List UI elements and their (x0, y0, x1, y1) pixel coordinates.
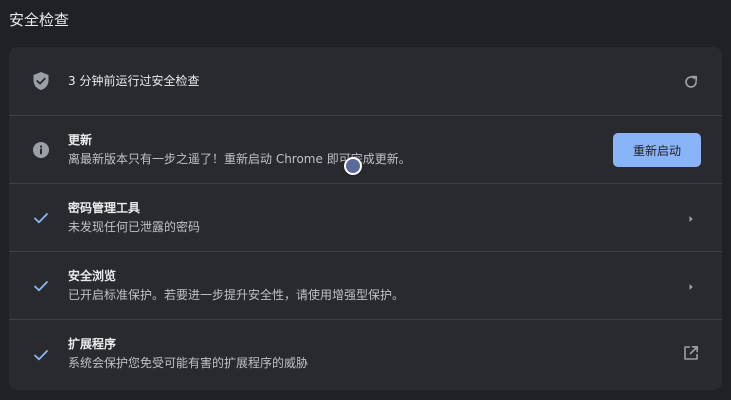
safety-check-page: 安全检查 3 分钟前运行过安全检查 更新 离最新版本只有一步之遥了！重新启动 C… (0, 0, 731, 400)
checkmark-icon (30, 344, 52, 366)
safety-check-status-row: 3 分钟前运行过安全检查 (9, 47, 722, 115)
extensions-row[interactable]: 扩展程序 系统会保护您免受可能有害的扩展程序的威胁 (9, 319, 722, 390)
safety-check-card: 3 分钟前运行过安全检查 更新 离最新版本只有一步之遥了！重新启动 Chrome… (9, 47, 722, 390)
extensions-title: 扩展程序 (68, 337, 117, 351)
chevron-right-icon[interactable] (680, 276, 702, 298)
password-manager-row[interactable]: 密码管理工具 未发现任何已泄露的密码 (9, 183, 722, 251)
refresh-icon[interactable] (680, 71, 702, 93)
password-manager-subtitle: 未发现任何已泄露的密码 (68, 220, 201, 234)
chevron-right-icon[interactable] (680, 208, 702, 230)
mouse-cursor (344, 157, 362, 175)
password-manager-title: 密码管理工具 (68, 201, 141, 215)
shield-check-icon (30, 70, 52, 92)
safe-browsing-subtitle: 已开启标准保护。若要进一步提升安全性，请使用增强型保护。 (68, 288, 405, 302)
safety-check-status-text: 3 分钟前运行过安全检查 (68, 74, 200, 88)
update-row: 更新 离最新版本只有一步之遥了！重新启动 Chrome 即可完成更新。 重新启动 (9, 115, 722, 183)
relaunch-button[interactable]: 重新启动 (613, 133, 701, 167)
update-title: 更新 (68, 133, 93, 147)
open-in-new-icon[interactable] (680, 342, 702, 364)
extensions-subtitle: 系统会保护您免受可能有害的扩展程序的威胁 (68, 356, 309, 370)
checkmark-icon (30, 275, 52, 297)
info-icon (30, 139, 52, 161)
checkmark-icon (30, 207, 52, 229)
safe-browsing-title: 安全浏览 (68, 269, 117, 283)
section-title: 安全检查 (9, 11, 70, 29)
safe-browsing-row[interactable]: 安全浏览 已开启标准保护。若要进一步提升安全性，请使用增强型保护。 (9, 251, 722, 319)
